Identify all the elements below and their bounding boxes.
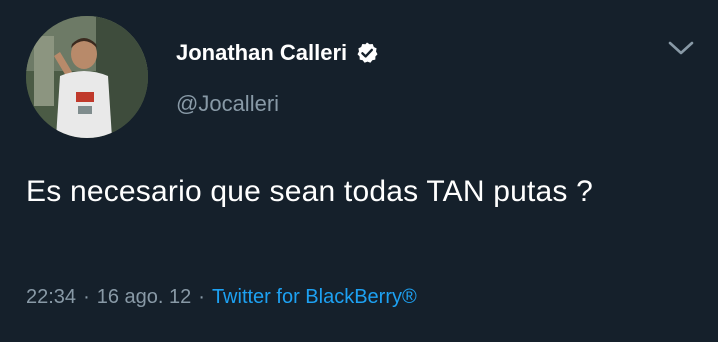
tweet-time[interactable]: 22:34 [26, 286, 76, 309]
meta-separator: · [198, 286, 205, 308]
tweet-meta: 22:34 · 16 ago. 12 · Twitter for BlackBe… [26, 286, 417, 309]
tweet-source-link[interactable]: Twitter for BlackBerry® [212, 286, 417, 309]
avatar-image [26, 16, 148, 138]
tweet-text: Es necesario que sean todas TAN putas ? [26, 175, 594, 208]
chevron-down-icon[interactable] [666, 36, 696, 60]
tweet-card: Jonathan Calleri @Jocalleri Es necesario… [0, 0, 718, 342]
author-name-row: Jonathan Calleri [176, 38, 379, 68]
avatar[interactable] [26, 16, 148, 138]
display-name[interactable]: Jonathan Calleri [176, 40, 347, 66]
verified-badge-icon [355, 41, 379, 65]
meta-separator: · [83, 286, 90, 308]
user-handle[interactable]: @Jocalleri [176, 91, 279, 117]
tweet-date[interactable]: 16 ago. 12 [97, 286, 192, 309]
